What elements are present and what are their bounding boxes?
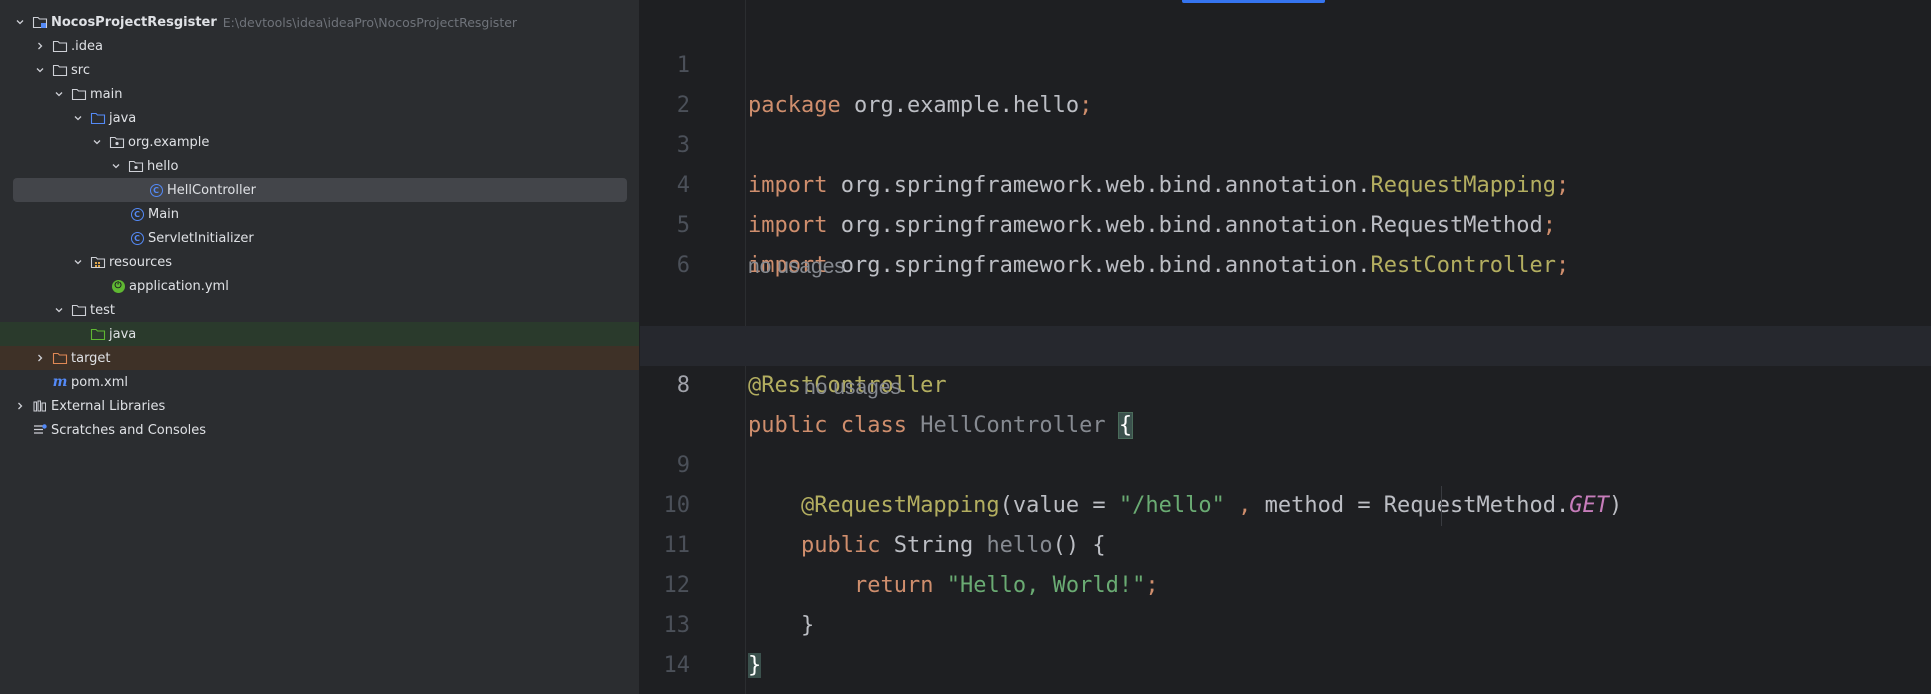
- code-line-4[interactable]: 4 import org.springframework.web.bind.an…: [640, 126, 1931, 238]
- code-line-9[interactable]: 9 @RequestMapping(value = "/hello" , met…: [640, 406, 1931, 518]
- tree-item-java-source[interactable]: java: [0, 106, 639, 130]
- line-number: 6: [676, 253, 690, 278]
- usages-inlay-hint[interactable]: no usages: [804, 368, 901, 408]
- tree-item-scratches-consoles[interactable]: Scratches and Consoles: [0, 418, 639, 442]
- maven-icon: m: [52, 374, 68, 390]
- package-icon: [109, 134, 125, 150]
- tree-item-idea[interactable]: .idea: [0, 34, 639, 58]
- ide-window: NocosProjectResgister E:\devtools\idea\i…: [0, 0, 1931, 694]
- chevron-down-icon[interactable]: [108, 158, 124, 174]
- tree-item-label: application.yml: [129, 278, 229, 294]
- tree-item-label: target: [71, 350, 111, 366]
- resources-folder-icon: [90, 254, 106, 270]
- tree-item-label: src: [71, 62, 90, 78]
- chevron-down-icon[interactable]: [51, 86, 67, 102]
- folder-icon: [52, 62, 68, 78]
- tree-item-label: Scratches and Consoles: [51, 422, 207, 438]
- code-line-12[interactable]: 12 }: [640, 526, 1931, 638]
- tree-item-java-test[interactable]: java: [0, 322, 639, 346]
- project-tree-panel: NocosProjectResgister E:\devtools\idea\i…: [0, 0, 640, 694]
- tree-item-application-yml[interactable]: ⏻ application.yml: [0, 274, 639, 298]
- chevron-right-icon[interactable]: [32, 350, 48, 366]
- code-editor[interactable]: 1 package org.example.hello; 2 3 import …: [640, 0, 1931, 694]
- chevron-down-icon[interactable]: [32, 62, 48, 78]
- tree-item-target[interactable]: target: [0, 346, 639, 370]
- chevron-down-icon[interactable]: [12, 14, 28, 30]
- folder-icon: [52, 38, 68, 54]
- tree-item-src[interactable]: src: [0, 58, 639, 82]
- tree-item-pom-xml[interactable]: m pom.xml: [0, 370, 639, 394]
- tree-item-label: External Libraries: [51, 398, 166, 414]
- excluded-folder-icon: [52, 350, 68, 366]
- indent-guide: [1441, 486, 1442, 526]
- code-line-1[interactable]: 1 package org.example.hello;: [640, 6, 1931, 118]
- tree-item-hello[interactable]: hello: [0, 154, 639, 178]
- tree-item-test[interactable]: test: [0, 298, 639, 322]
- folder-icon: [71, 302, 87, 318]
- chevron-down-icon[interactable]: [70, 110, 86, 126]
- tree-item-external-libraries[interactable]: External Libraries: [0, 394, 639, 418]
- scratches-icon: [32, 422, 48, 438]
- line-number: 14: [663, 653, 691, 678]
- usages-inlay-hint[interactable]: no usages: [748, 247, 845, 287]
- line-number: 8: [676, 373, 690, 398]
- tree-item-label: hello: [147, 158, 179, 174]
- tree-item-label: .idea: [71, 38, 103, 54]
- project-path: E:\devtools\idea\ideaPro\NocosProjectRes…: [222, 14, 518, 30]
- spring-config-icon: ⏻: [110, 278, 126, 294]
- selection-highlight: [13, 178, 627, 202]
- code-line-14[interactable]: 14: [640, 606, 1931, 678]
- class-icon: C: [148, 182, 164, 198]
- tree-item-label: resources: [109, 254, 173, 270]
- tree-item-label: test: [90, 302, 115, 318]
- class-icon: C: [129, 206, 145, 222]
- tree-item-main[interactable]: main: [0, 82, 639, 106]
- tree-item-hellcontroller[interactable]: C HellController: [0, 178, 639, 202]
- code-line-5[interactable]: 5 import org.springframework.web.bind.an…: [640, 166, 1931, 278]
- tree-root[interactable]: NocosProjectResgister E:\devtools\idea\i…: [0, 10, 639, 34]
- tree-item-label: pom.xml: [71, 374, 128, 390]
- chevron-right-icon[interactable]: [12, 398, 28, 414]
- folder-icon: [71, 86, 87, 102]
- tree-item-servletinitializer[interactable]: C ServletInitializer: [0, 226, 639, 250]
- tree-item-label: main: [90, 86, 123, 102]
- tree-item-label: ServletInitializer: [148, 230, 254, 246]
- code-line-11[interactable]: 11 return "Hello, World!";: [640, 486, 1931, 598]
- code-line-3[interactable]: 3 import org.springframework.web.bind.an…: [640, 86, 1931, 198]
- tree-item-label: org.example: [128, 134, 210, 150]
- tree-item-label: java: [109, 326, 137, 342]
- code-line-13[interactable]: 13 }: [640, 566, 1931, 678]
- tree-item-resources[interactable]: resources: [0, 250, 639, 274]
- tree-item-label: Main: [148, 206, 180, 222]
- chevron-down-icon[interactable]: [51, 302, 67, 318]
- module-folder-icon: [32, 14, 48, 30]
- code-line-7[interactable]: 7 @RestController: [640, 286, 1931, 398]
- tree-item-main-class[interactable]: C Main: [0, 202, 639, 226]
- matched-brace-close: }: [748, 653, 762, 678]
- package-icon: [128, 158, 144, 174]
- code-line-6[interactable]: 6: [640, 206, 1931, 278]
- active-tab-indicator: [1182, 0, 1325, 3]
- library-icon: [32, 398, 48, 414]
- source-folder-icon: [90, 110, 106, 126]
- tree-item-label: java: [109, 110, 137, 126]
- class-icon: C: [129, 230, 145, 246]
- code-line-10[interactable]: 10 public String hello() {: [640, 446, 1931, 558]
- tree-item-org-example[interactable]: org.example: [0, 130, 639, 154]
- code-line-8[interactable]: 8 public class HellController {: [640, 326, 1931, 439]
- project-name: NocosProjectResgister: [51, 14, 217, 30]
- tree-item-label: HellController: [167, 182, 256, 198]
- code-line-2[interactable]: 2: [640, 46, 1931, 118]
- chevron-down-icon[interactable]: [89, 134, 105, 150]
- chevron-right-icon[interactable]: [32, 38, 48, 54]
- chevron-down-icon[interactable]: [70, 254, 86, 270]
- test-source-folder-icon: [90, 326, 106, 342]
